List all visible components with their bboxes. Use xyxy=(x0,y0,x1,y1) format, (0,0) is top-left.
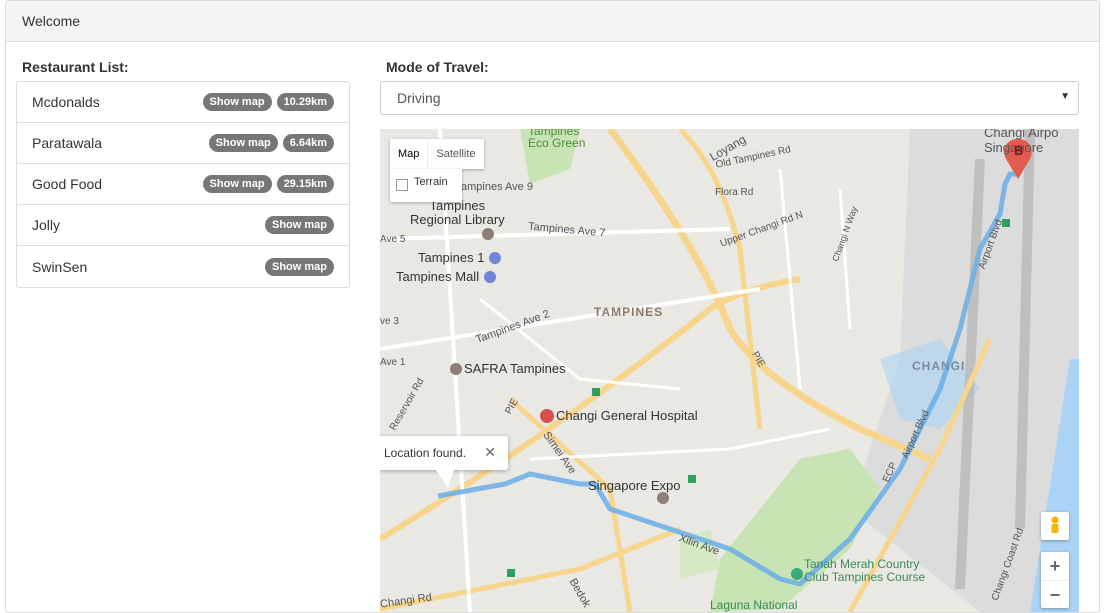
restaurant-name: Good Food xyxy=(32,176,103,192)
terrain-checkbox[interactable] xyxy=(396,179,408,191)
zoom-in-button[interactable]: + xyxy=(1041,552,1069,580)
map-label-tampines-ave9: ampines Ave 9 xyxy=(461,181,533,193)
close-icon[interactable]: ✕ xyxy=(484,444,496,461)
list-item[interactable]: Good Food Show map 29.15km xyxy=(17,164,349,205)
map-label-library: Tampines Regional Library xyxy=(410,198,505,227)
mode-of-travel-label: Mode of Travel: xyxy=(386,59,489,75)
map-label-changi: CHANGI xyxy=(912,359,966,373)
restaurant-name: Jolly xyxy=(32,217,61,233)
show-map-button[interactable]: Show map xyxy=(264,216,334,234)
location-popup: Location found. ✕ xyxy=(380,436,508,470)
map-label-changi-hospital: Changi General Hospital xyxy=(556,408,698,423)
restaurant-list: Mcdonalds Show map 10.29km Paratawala Sh… xyxy=(16,81,350,288)
pegman-icon[interactable] xyxy=(1041,512,1069,540)
map-view[interactable]: Tampines Eco Green Changi Airpo Singapore … xyxy=(380,129,1079,612)
restaurant-name: Mcdonalds xyxy=(32,94,100,110)
distance-badge: 6.64km xyxy=(282,134,334,152)
distance-badge: 10.29km xyxy=(276,93,334,111)
map-label-ave1: Ave 1 xyxy=(380,357,406,368)
show-map-button[interactable]: Show map xyxy=(208,134,278,152)
map-label-tampines1: Tampines 1 xyxy=(418,250,485,265)
restaurant-name: SwinSen xyxy=(32,258,88,275)
popup-tail xyxy=(436,470,454,488)
map-type-map-button[interactable]: Map xyxy=(390,139,427,169)
map-label-tanah-merah: Tanah Merah Country Club Tampines Course xyxy=(804,557,926,584)
restaurant-name: Paratawala xyxy=(32,135,103,151)
restaurant-list-label: Restaurant List: xyxy=(22,59,129,75)
travel-mode-select[interactable]: Driving ▼ xyxy=(380,81,1079,115)
list-item[interactable]: Paratawala Show map 6.64km xyxy=(17,123,349,164)
chevron-down-icon: ▼ xyxy=(1060,91,1070,102)
list-item[interactable]: Jolly Show map xyxy=(17,205,349,246)
show-map-button[interactable]: Show map xyxy=(264,257,334,276)
map-marker-b[interactable]: B xyxy=(1014,143,1023,158)
map-label-ave3: ve 3 xyxy=(380,316,399,327)
map-type-satellite-button[interactable]: Satellite xyxy=(427,139,483,169)
map-label-singapore-expo: Singapore Expo xyxy=(588,478,681,493)
popup-text: Location found. xyxy=(384,446,467,460)
travel-mode-value: Driving xyxy=(397,90,441,106)
map-label-eco-green: Tampines Eco Green xyxy=(528,129,586,150)
show-map-button[interactable]: Show map xyxy=(202,93,272,111)
distance-badge: 29.15km xyxy=(276,175,334,193)
terrain-label: Terrain xyxy=(414,176,448,188)
map-label-ave5: Ave 5 xyxy=(380,234,406,245)
zoom-out-button[interactable]: − xyxy=(1041,580,1069,608)
show-map-button[interactable]: Show map xyxy=(202,175,272,193)
map-label-flora: Flora Rd xyxy=(715,187,754,198)
list-item[interactable]: SwinSen Show map xyxy=(17,246,349,287)
map-label-tampines-mall: Tampines Mall xyxy=(396,269,480,284)
map-type-control: Map Satellite xyxy=(390,139,484,169)
list-item[interactable]: Mcdonalds Show map 10.29km xyxy=(17,82,349,123)
terrain-toggle[interactable]: Terrain xyxy=(390,169,462,202)
map-label-laguna: Laguna National xyxy=(710,598,798,612)
map-label-tampines: TAMPINES xyxy=(594,305,664,319)
map-label-safra: SAFRA Tampines xyxy=(464,361,566,376)
zoom-control: + − xyxy=(1041,552,1069,608)
panel-heading: Welcome xyxy=(6,1,1099,42)
